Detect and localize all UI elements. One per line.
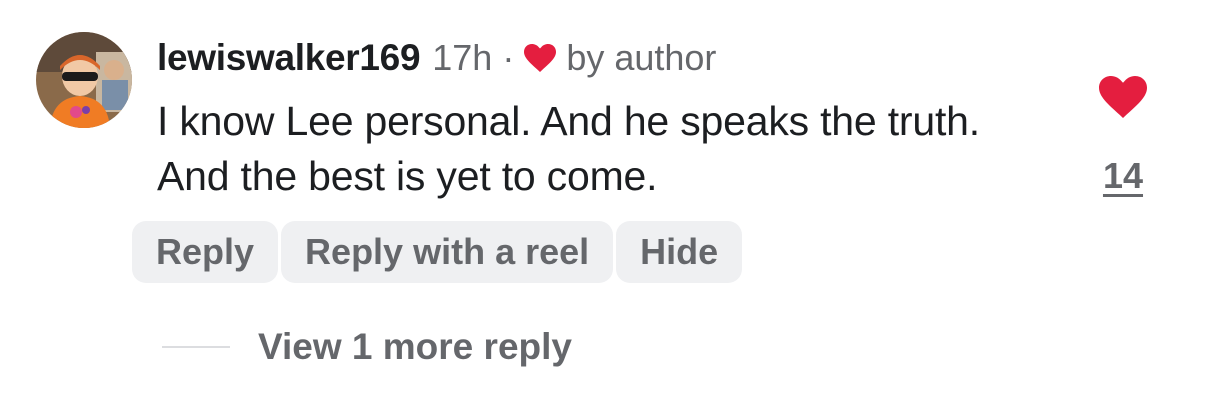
hide-button[interactable]: Hide xyxy=(616,221,743,283)
comment-header: lewiswalker169 17h · by author xyxy=(157,32,716,84)
liked-by-author-label: by author xyxy=(566,37,717,78)
username[interactable]: lewiswalker169 xyxy=(157,37,421,79)
like-count[interactable]: 14 xyxy=(1090,155,1156,197)
comment-actions: Reply Reply with a reel Hide xyxy=(132,221,743,283)
comment-text: I know Lee personal. And he speaks the t… xyxy=(157,98,980,199)
reply-button[interactable]: Reply xyxy=(132,221,279,283)
heart-icon xyxy=(524,44,557,72)
view-more-replies[interactable]: View 1 more reply xyxy=(162,326,572,368)
like-button[interactable] xyxy=(1090,76,1156,123)
replies-divider xyxy=(162,346,230,348)
separator-dot: · xyxy=(502,37,515,78)
reply-with-reel-button[interactable]: Reply with a reel xyxy=(281,221,614,283)
avatar-photo xyxy=(36,32,132,128)
comment: lewiswalker169 17h · by author I know Le… xyxy=(0,0,1206,404)
avatar[interactable] xyxy=(36,32,132,128)
view-more-replies-link[interactable]: View 1 more reply xyxy=(258,326,572,368)
heart-icon xyxy=(1099,76,1147,122)
timestamp: 17h xyxy=(432,37,493,78)
